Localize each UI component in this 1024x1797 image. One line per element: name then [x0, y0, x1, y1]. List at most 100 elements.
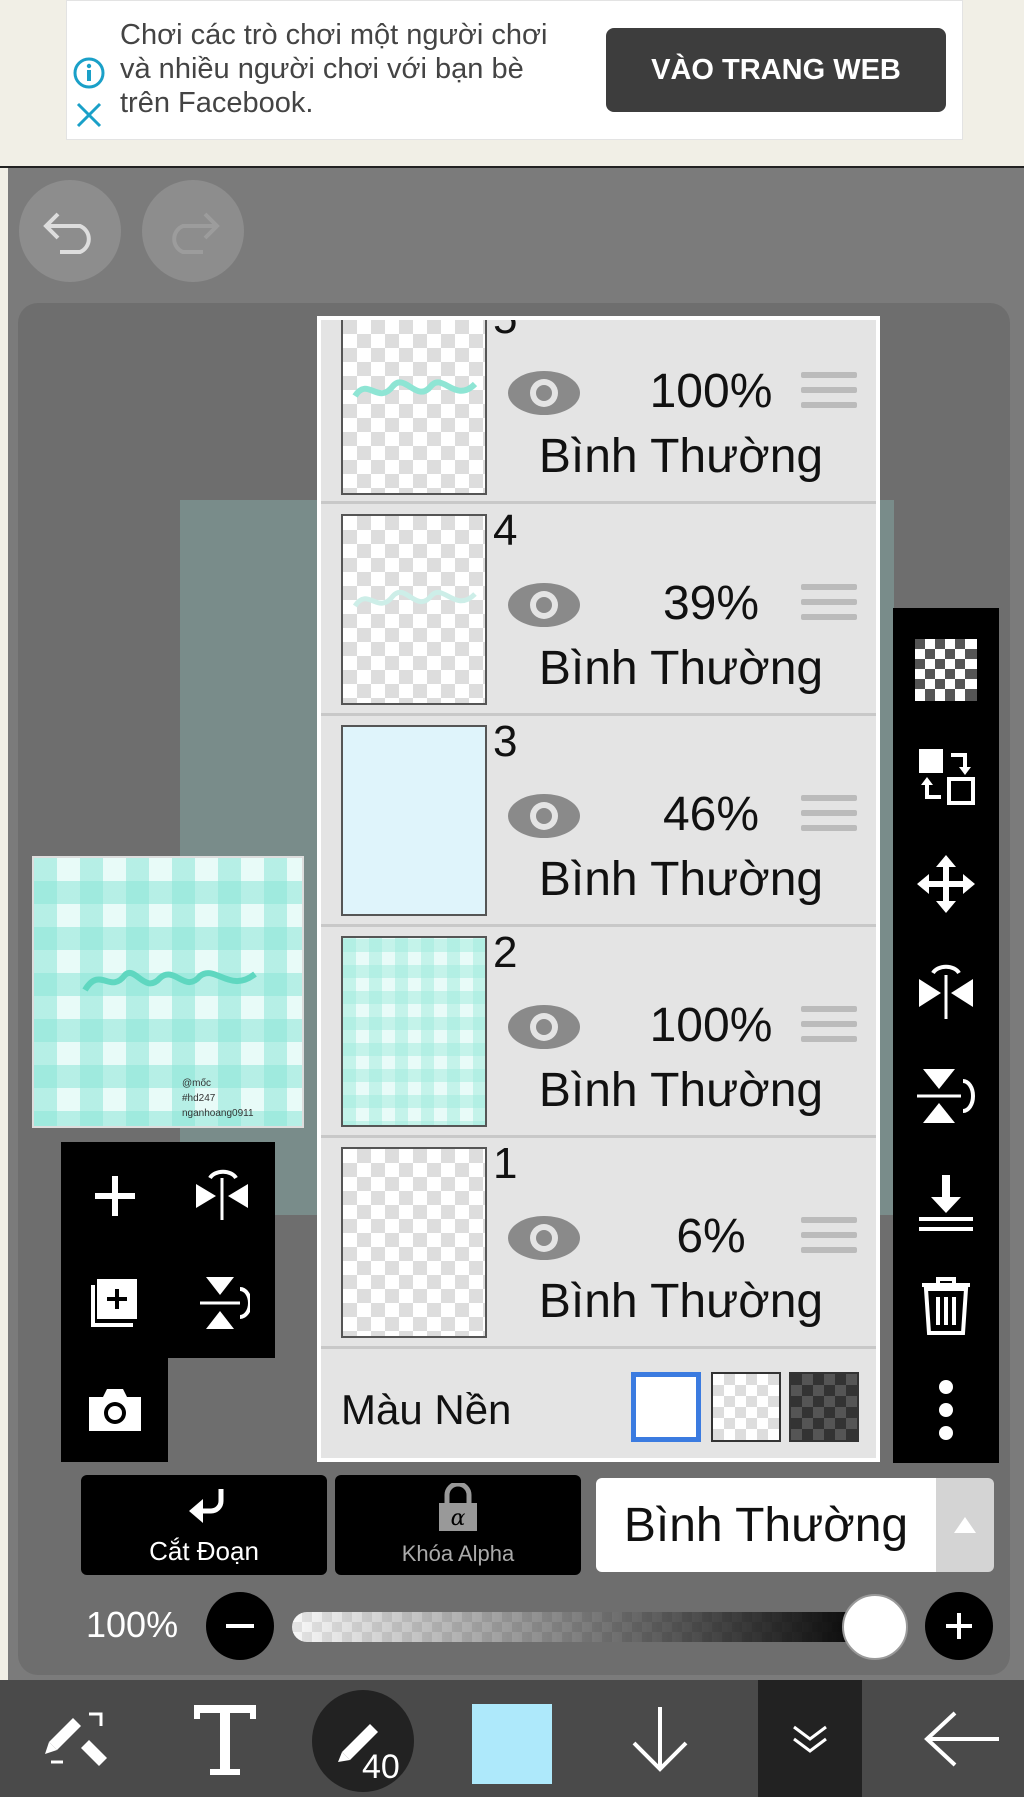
camera-icon [88, 1388, 141, 1431]
opacity-increase-button[interactable] [925, 1592, 993, 1660]
layer-thumbnail[interactable] [341, 1147, 487, 1338]
background-color-row: Màu Nền [321, 1350, 876, 1458]
move-button[interactable] [893, 834, 999, 934]
layer-opacity: 46% [662, 788, 760, 841]
credit-line: #hd247 [182, 1093, 216, 1104]
layer-thumbnail[interactable] [341, 936, 487, 1127]
logo-script-icon [82, 970, 257, 992]
swap-layer-button[interactable] [893, 726, 999, 826]
opacity-decrease-button[interactable] [206, 1592, 274, 1660]
eye-icon[interactable] [506, 791, 582, 841]
arrow-left-icon [924, 1711, 999, 1766]
flip-vertical-icon [199, 1276, 250, 1329]
layer-thumbnail[interactable] [341, 320, 487, 495]
flip-vertical-icon [917, 1069, 975, 1123]
brush-size-value: 40 [362, 1748, 400, 1786]
ad-visit-button[interactable]: VÀO TRANG WEB [606, 28, 946, 112]
tool-select-button[interactable] [22, 1680, 132, 1797]
duplicate-layer-icon [90, 1278, 137, 1327]
left-edge [0, 168, 8, 1797]
opacity-slider-knob[interactable] [842, 1594, 908, 1660]
collapse-panel-button[interactable] [758, 1680, 862, 1797]
layer-tools-extra [61, 1356, 168, 1462]
lock-icon: α [439, 1483, 477, 1531]
layer-row[interactable]: 4 39% Bình Thường [321, 506, 876, 716]
credit-line: nganhoang0911 [182, 1108, 254, 1119]
eye-icon[interactable] [506, 368, 582, 418]
flip-horizontal-icon [195, 1169, 248, 1220]
opacity-value: 100% [86, 1604, 179, 1645]
plus-icon [946, 1613, 972, 1639]
plus-icon [94, 1175, 135, 1216]
flip-vertical-button[interactable] [893, 1046, 999, 1146]
layer-panel: 5 100% Bình Thường 4 39% Bình Thường 3 4… [317, 316, 880, 1462]
layer-opacity: 6% [676, 1210, 746, 1263]
drag-handle-icon[interactable] [801, 795, 857, 839]
layer-thumbnail-logo-icon [352, 379, 478, 398]
layer-thumbnail-logo-icon [352, 589, 477, 608]
eye-icon[interactable] [506, 1002, 582, 1052]
blend-mode-arrow[interactable] [936, 1478, 994, 1572]
checker-icon [915, 639, 977, 701]
color-swatch-button[interactable] [472, 1704, 552, 1784]
drag-handle-icon[interactable] [801, 1006, 857, 1050]
pen-eraser-swap-icon [45, 1712, 107, 1766]
eye-icon[interactable] [506, 580, 582, 630]
more-options-button[interactable] [893, 1360, 999, 1460]
arrow-down-icon [632, 1706, 688, 1772]
undo-icon [43, 212, 91, 254]
layer-opacity: 100% [649, 999, 773, 1052]
layer-blend-mode: Bình Thường [538, 853, 824, 906]
drag-handle-icon[interactable] [801, 372, 857, 416]
clipping-icon [189, 1489, 224, 1523]
flip-horizontal-icon [919, 964, 973, 1019]
minus-icon [226, 1624, 254, 1628]
background-dark-swatch[interactable] [789, 1372, 859, 1442]
undo-button[interactable] [19, 180, 121, 282]
duplicate-layer-button[interactable] [61, 1249, 168, 1356]
layer-row[interactable]: 1 6% Bình Thường [321, 1139, 876, 1349]
background-transparent-swatch[interactable] [711, 1372, 781, 1442]
layer-blend-mode: Bình Thường [538, 1064, 824, 1117]
opacity-slider[interactable] [292, 1612, 882, 1642]
layer-row[interactable]: 5 100% Bình Thường [321, 316, 876, 504]
layer-row[interactable]: 3 46% Bình Thường [321, 717, 876, 927]
eye-icon[interactable] [506, 1213, 582, 1263]
flip-horizontal-button[interactable] [893, 940, 999, 1040]
transparency-button[interactable] [893, 620, 999, 720]
background-white-swatch[interactable] [631, 1372, 701, 1442]
layer-blend-mode: Bình Thường [538, 642, 824, 695]
merge-down-icon [919, 1175, 973, 1231]
swap-icon [919, 749, 975, 805]
layer-thumbnail[interactable] [341, 725, 487, 916]
svg-text:α: α [451, 1506, 466, 1531]
back-button[interactable] [908, 1680, 1018, 1797]
layer-thumbnail[interactable] [341, 514, 487, 705]
flip-vertical-button[interactable] [168, 1249, 275, 1356]
layer-down-button[interactable] [610, 1680, 710, 1797]
merge-down-button[interactable] [893, 1152, 999, 1252]
layer-opacity: 100% [649, 365, 773, 418]
redo-icon [172, 212, 220, 254]
delete-layer-button[interactable] [893, 1256, 999, 1356]
ad-text: Chơi các trò chơi một người chơi và nhiề… [120, 19, 548, 119]
camera-button[interactable] [61, 1356, 168, 1463]
layer-opacity: 39% [662, 577, 760, 630]
drag-handle-icon[interactable] [801, 584, 857, 628]
move-icon [917, 855, 975, 913]
background-label: Màu Nền [341, 1386, 512, 1433]
add-layer-button[interactable] [61, 1142, 168, 1249]
layer-row[interactable]: 2 100% Bình Thường [321, 928, 876, 1138]
alpha-lock-button[interactable]: α Khóa Alpha [335, 1475, 581, 1575]
drag-handle-icon[interactable] [801, 1217, 857, 1261]
thumbnail-logo [80, 960, 260, 1009]
text-tool-button[interactable] [170, 1680, 280, 1797]
close-icon[interactable] [74, 100, 104, 130]
layer-number: 5 [493, 316, 518, 343]
flip-horizontal-button[interactable] [168, 1142, 275, 1249]
alpha-lock-label: Khóa Alpha [401, 1541, 515, 1566]
redo-button[interactable] [142, 180, 244, 282]
info-icon[interactable] [72, 56, 106, 90]
clipping-button[interactable]: Cắt Đoạn [81, 1475, 327, 1575]
blend-mode-select[interactable]: Bình Thường [596, 1478, 936, 1572]
